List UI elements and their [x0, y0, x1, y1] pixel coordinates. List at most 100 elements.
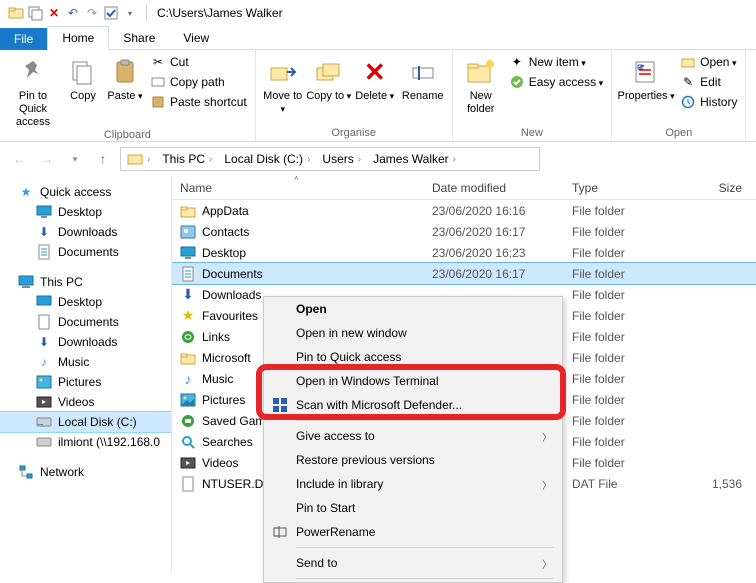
- file-row[interactable]: AppData23/06/2020 16:16File folder: [172, 200, 756, 221]
- file-type: File folder: [572, 435, 692, 449]
- menu-open[interactable]: Open: [264, 297, 562, 321]
- menu-include-library[interactable]: Include in library〉: [264, 472, 562, 496]
- col-header-size[interactable]: Size: [692, 181, 756, 195]
- pictures-icon: [36, 374, 52, 390]
- copy-path-button[interactable]: Copy path: [146, 72, 251, 92]
- recent-dropdown[interactable]: ▾: [64, 148, 86, 170]
- contacts-icon: [180, 224, 196, 240]
- delete-red-icon[interactable]: ✕: [46, 5, 62, 21]
- paste-button[interactable]: Paste: [104, 52, 146, 103]
- datfile-icon: [180, 476, 196, 492]
- menu-powerrename[interactable]: PowerRename: [264, 520, 562, 544]
- col-header-type[interactable]: Type: [572, 181, 692, 195]
- new-folder-button[interactable]: New folder: [457, 52, 505, 116]
- rename-button[interactable]: Rename: [398, 52, 448, 103]
- ribbon-group-clipboard: Pin to Quick access Copy Paste ✂Cut Copy…: [0, 50, 256, 141]
- up-button[interactable]: ↑: [92, 148, 114, 170]
- menu-send-to[interactable]: Send to〉: [264, 551, 562, 575]
- tree-videos-pc[interactable]: Videos: [0, 392, 171, 412]
- properties-button[interactable]: Properties: [616, 52, 676, 103]
- undo-icon[interactable]: ↶: [65, 5, 81, 21]
- file-type: File folder: [572, 330, 692, 344]
- file-type: DAT File: [572, 477, 692, 491]
- move-to-icon: [267, 56, 299, 88]
- open-button[interactable]: Open: [676, 52, 741, 72]
- delete-button[interactable]: ✕ Delete: [352, 52, 398, 103]
- breadcrumb-this-pc[interactable]: This PC›: [156, 148, 218, 170]
- file-row[interactable]: Desktop23/06/2020 16:23File folder: [172, 242, 756, 263]
- paste-shortcut-button[interactable]: Paste shortcut: [146, 92, 251, 112]
- forward-button[interactable]: →: [36, 148, 58, 170]
- file-type: File folder: [572, 225, 692, 239]
- tab-share[interactable]: Share: [109, 27, 169, 49]
- tree-downloads-pc[interactable]: ⬇Downloads: [0, 332, 171, 352]
- pin-quick-access-button[interactable]: Pin to Quick access: [4, 52, 62, 129]
- copy-path-icon: [150, 74, 166, 90]
- links-icon: [180, 329, 196, 345]
- history-button[interactable]: History: [676, 92, 741, 112]
- tree-ilmiont[interactable]: ilmiont (\\192.168.0: [0, 432, 171, 452]
- paste-icon: [109, 56, 141, 88]
- properties-icon: [630, 56, 662, 88]
- redo-icon[interactable]: ↷: [84, 5, 100, 21]
- pc-icon: [18, 274, 34, 290]
- address-bar[interactable]: › This PC› Local Disk (C:)› Users› James…: [120, 147, 540, 171]
- tree-quick-access[interactable]: ★Quick access: [0, 182, 171, 202]
- file-name: Favourites: [202, 309, 258, 323]
- move-to-button[interactable]: Move to: [260, 52, 306, 116]
- file-date: 23/06/2020 16:23: [432, 246, 572, 260]
- easy-access-button[interactable]: Easy access: [505, 72, 607, 92]
- col-header-date[interactable]: Date modified: [432, 181, 572, 195]
- tree-music-pc[interactable]: ♪Music: [0, 352, 171, 372]
- tree-documents-qa[interactable]: Documents: [0, 242, 171, 262]
- menu-pin-quick-access[interactable]: Pin to Quick access: [264, 345, 562, 369]
- breadcrumb-james[interactable]: James Walker›: [367, 148, 462, 170]
- qat-dropdown-icon[interactable]: ▾: [122, 5, 138, 21]
- copy-to-button[interactable]: Copy to: [306, 52, 352, 103]
- menu-give-access[interactable]: Give access to〉: [264, 424, 562, 448]
- file-type: File folder: [572, 267, 692, 281]
- file-row[interactable]: Contacts23/06/2020 16:17File folder: [172, 221, 756, 242]
- tab-file[interactable]: File: [0, 28, 47, 50]
- tree-desktop-pc[interactable]: Desktop: [0, 292, 171, 312]
- tree-network[interactable]: Network: [0, 462, 171, 482]
- copy-icon: [67, 56, 99, 88]
- searches-icon: [180, 434, 196, 450]
- cut-button[interactable]: ✂Cut: [146, 52, 251, 72]
- checkbox-icon[interactable]: [103, 5, 119, 21]
- submenu-arrow-icon: 〉: [542, 556, 552, 571]
- folder-icon: [180, 350, 196, 366]
- tree-documents-pc[interactable]: Documents: [0, 312, 171, 332]
- file-type: File folder: [572, 456, 692, 470]
- menu-scan-defender[interactable]: Scan with Microsoft Defender...: [264, 393, 562, 417]
- pin-icon: [17, 56, 49, 88]
- downloads-icon: ⬇: [36, 224, 52, 240]
- tab-home[interactable]: Home: [47, 26, 109, 50]
- tree-pictures-pc[interactable]: Pictures: [0, 372, 171, 392]
- downloads-icon: ⬇: [36, 334, 52, 350]
- tree-this-pc[interactable]: This PC: [0, 272, 171, 292]
- submenu-arrow-icon: 〉: [542, 477, 552, 492]
- file-name: Music: [202, 372, 233, 386]
- breadcrumb-users[interactable]: Users›: [316, 148, 367, 170]
- breadcrumb-root[interactable]: ›: [121, 148, 156, 170]
- music-icon: ♪: [180, 371, 196, 387]
- tab-view[interactable]: View: [169, 27, 223, 49]
- edit-button[interactable]: ✎Edit: [676, 72, 741, 92]
- back-button[interactable]: ←: [8, 148, 30, 170]
- menu-restore-versions[interactable]: Restore previous versions: [264, 448, 562, 472]
- tree-local-disk[interactable]: Local Disk (C:): [0, 412, 171, 432]
- new-item-button[interactable]: ✦New item: [505, 52, 607, 72]
- menu-open-new-window[interactable]: Open in new window: [264, 321, 562, 345]
- menu-open-windows-terminal[interactable]: Open in Windows Terminal: [264, 369, 562, 393]
- ribbon-group-open: Properties Open ✎Edit History Open: [612, 50, 746, 141]
- tree-downloads-qa[interactable]: ⬇Downloads: [0, 222, 171, 242]
- col-header-name[interactable]: Name: [172, 181, 432, 195]
- tree-desktop-qa[interactable]: Desktop: [0, 202, 171, 222]
- breadcrumb-local-disk[interactable]: Local Disk (C:)›: [218, 148, 316, 170]
- copy-button[interactable]: Copy: [62, 52, 104, 103]
- file-row[interactable]: Documents23/06/2020 16:17File folder: [172, 263, 756, 284]
- menu-pin-start[interactable]: Pin to Start: [264, 496, 562, 520]
- favourites-icon: ★: [180, 308, 196, 324]
- music-icon: ♪: [36, 354, 52, 370]
